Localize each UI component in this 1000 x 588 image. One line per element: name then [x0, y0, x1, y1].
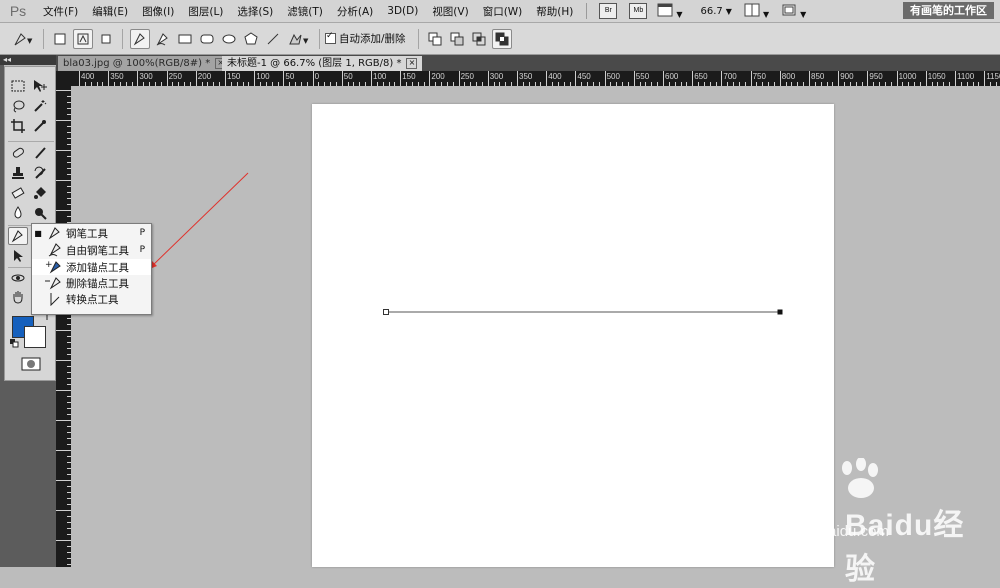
- shortcut-key: P: [139, 245, 145, 255]
- flyout-item-add-anchor[interactable]: + 添加锚点工具: [32, 259, 151, 275]
- flyout-label: 添加锚点工具: [66, 261, 129, 274]
- baidu-watermark: Baidu经验 jingyan.baidu.com: [760, 458, 990, 586]
- flyout-item-freeform-pen[interactable]: 自由钢笔工具 P: [32, 242, 151, 258]
- annotation-arrow: [151, 172, 249, 267]
- selected-bullet-icon: ■: [34, 228, 42, 238]
- flyout-label: 转换点工具: [66, 293, 119, 306]
- pen-tool-flyout-menu: ■ 钢笔工具 P 自由钢笔工具 P + 添加锚点工具 删除锚点工具 转换点工具: [31, 223, 152, 315]
- convert-point-icon: [44, 292, 66, 306]
- freeform-pen-icon: [44, 243, 66, 257]
- baidu-paw-logo: [842, 458, 878, 498]
- anchor-point-start: [383, 309, 389, 315]
- watermark-url: jingyan.baidu.com: [768, 523, 889, 540]
- flyout-label: 自由钢笔工具: [66, 244, 129, 257]
- add-anchor-icon: +: [44, 260, 66, 274]
- anchor-point-end: [777, 309, 783, 315]
- delete-anchor-icon: [44, 276, 66, 290]
- flyout-item-convert-point[interactable]: 转换点工具: [32, 291, 151, 307]
- flyout-label: 钢笔工具: [66, 227, 108, 240]
- watermark-logo-text: Baidu经验: [845, 509, 965, 586]
- pen-icon: [44, 226, 66, 240]
- svg-text:+: +: [45, 260, 53, 270]
- shortcut-key: P: [139, 228, 145, 238]
- flyout-label: 删除锚点工具: [66, 277, 129, 290]
- flyout-item-delete-anchor[interactable]: 删除锚点工具: [32, 275, 151, 291]
- flyout-item-pen[interactable]: ■ 钢笔工具 P: [32, 225, 151, 241]
